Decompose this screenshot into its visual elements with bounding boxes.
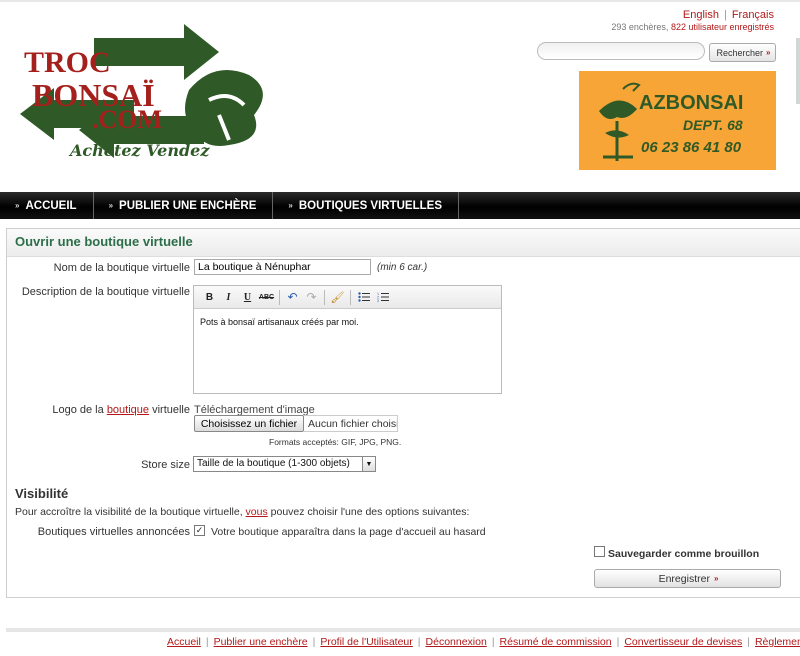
footer-link-devises[interactable]: Convertisseur de devises [624, 636, 742, 648]
footer-separator: | [616, 636, 620, 648]
right-edge-decoration [796, 38, 800, 104]
footer-separator: | [205, 636, 209, 648]
ad-banner[interactable]: AZBONSAI DEPT. 68 06 23 86 41 80 [579, 71, 776, 170]
shop-name-input[interactable] [194, 259, 371, 275]
featured-shops-label: Boutiques virtuelles annoncées [37, 526, 190, 538]
search-input[interactable] [537, 42, 705, 60]
search-button[interactable]: Rechercher» [709, 43, 776, 62]
ad-phone: 06 23 86 41 80 [641, 139, 742, 156]
nav-item-publier[interactable]: » PUBLIER UNE ENCHÈRE [94, 192, 274, 219]
dropdown-arrow-icon: ▼ [362, 457, 375, 471]
visibility-desc-pre: Pour accroître la visibilité de la bouti… [15, 506, 243, 518]
underline-icon[interactable]: U [238, 289, 257, 306]
bold-icon[interactable]: B [200, 289, 219, 306]
nav-item-accueil[interactable]: » ACCUEIL [0, 192, 94, 219]
shop-name-label: Nom de la boutique virtuelle [53, 262, 190, 274]
form-title: Ouvrir une boutique virtuelle [7, 229, 800, 257]
store-size-select[interactable]: Taille de la boutique (1-300 objets) ▼ [193, 456, 376, 472]
language-switcher: English | Français [683, 9, 774, 21]
top-border [0, 0, 800, 2]
footer-link-profil[interactable]: Profil de l'Utilisateur [320, 636, 412, 648]
redo-icon[interactable]: ↷ [302, 289, 321, 306]
toolbar-separator [279, 289, 280, 305]
toolbar-separator [324, 289, 325, 305]
chevron-right-icon: » [15, 201, 20, 210]
logo-label: Logo de la boutique virtuelle [0, 404, 190, 416]
no-file-text: Aucun fichier choisi [304, 415, 398, 432]
save-draft-checkbox[interactable] [594, 546, 605, 557]
description-label: Description de la boutique virtuelle [21, 286, 190, 298]
description-editor: B I U ABC ↶ ↷ 🖌 123 Pots à bonsaï artisa… [193, 285, 502, 394]
search-button-label: Rechercher [716, 47, 764, 58]
italic-icon[interactable]: I [219, 289, 238, 306]
save-button-label: Enregistrer [658, 572, 710, 585]
nav-item-boutiques[interactable]: » BOUTIQUES VIRTUELLES [273, 192, 459, 219]
ad-dept: DEPT. 68 [683, 117, 743, 133]
lang-english[interactable]: English [683, 9, 719, 21]
logo-line-3: .COM [92, 105, 162, 134]
logo-graphic: TROC BONSAÏ .COM Achetez Vendez [20, 24, 263, 160]
description-text-area[interactable]: Pots à bonsaï artisanaux créés par moi. [194, 309, 501, 335]
chevron-right-icon: » [108, 201, 114, 210]
strikethrough-icon[interactable]: ABC [257, 289, 276, 306]
footer-separator: | [491, 636, 495, 648]
double-chevron-icon: » [713, 574, 719, 583]
logo-line-1: TROC [24, 46, 111, 79]
shop-name-hint: (min 6 car.) [377, 262, 428, 273]
choose-file-button[interactable]: Choisissez un fichier [194, 415, 304, 432]
ad-name: AZBONSAI [639, 92, 743, 114]
featured-shops-text: Votre boutique apparaîtra dans la page d… [211, 526, 486, 538]
site-logo[interactable]: TROC BONSAÏ .COM Achetez Vendez [14, 20, 284, 170]
site-stats: 293 enchères, 822 utilisateur enregistré… [611, 22, 774, 32]
main-nav: » ACCUEIL » PUBLIER UNE ENCHÈRE » BOUTIQUES… [0, 192, 800, 219]
nav-label: ACCUEIL [25, 199, 77, 212]
logo-label-post: virtuelle [152, 404, 190, 416]
numbered-list-icon[interactable]: 123 [373, 289, 392, 306]
bullet-list-icon[interactable] [354, 289, 373, 306]
stats-auctions: 293 enchères, [611, 22, 669, 32]
footer-link-deconnexion[interactable]: Déconnexion [426, 636, 487, 648]
footer-link-reglement[interactable]: Règlement [755, 636, 800, 648]
footer-separator: | [312, 636, 316, 648]
footer-separator: | [747, 636, 750, 648]
save-button[interactable]: Enregistrer» [594, 569, 781, 588]
footer-link-commission[interactable]: Résumé de commission [500, 636, 612, 648]
svg-text:3: 3 [377, 299, 379, 302]
visibility-description: Pour accroître la visibilité de la bouti… [15, 506, 469, 518]
nav-label: BOUTIQUES VIRTUELLES [298, 199, 442, 212]
logo-label-pre: Logo de la [52, 404, 104, 416]
footer-link-publier[interactable]: Publier une enchère [214, 636, 308, 648]
footer-link-accueil[interactable]: Accueil [167, 636, 201, 648]
nav-label: PUBLIER UNE ENCHÈRE [119, 199, 257, 212]
chevron-right-icon: » [288, 201, 293, 210]
clear-format-brush-icon[interactable]: 🖌 [328, 289, 347, 306]
ad-graphic: AZBONSAI DEPT. 68 06 23 86 41 80 [599, 82, 743, 161]
lang-french[interactable]: Français [732, 9, 774, 21]
visibility-desc-post: pouvez choisir l'une des options suivant… [270, 506, 470, 518]
store-size-label: Store size [141, 459, 190, 471]
formats-hint: Formats acceptés: GIF, JPG, PNG. [269, 437, 402, 447]
visibility-title: Visibilité [15, 486, 69, 501]
logo-label-link[interactable]: boutique [107, 404, 149, 416]
footer-divider [6, 628, 800, 632]
undo-icon[interactable]: ↶ [283, 289, 302, 306]
save-draft-label: Sauvegarder comme brouillon [608, 548, 760, 560]
lang-separator: | [723, 9, 727, 21]
footer-separator: | [417, 636, 421, 648]
featured-shops-checkbox[interactable]: ✓ [194, 525, 205, 536]
editor-toolbar: B I U ABC ↶ ↷ 🖌 123 [194, 286, 501, 309]
toolbar-separator [350, 289, 351, 305]
logo-tagline: Achetez Vendez [68, 141, 210, 160]
visibility-desc-link[interactable]: vous [246, 506, 268, 518]
store-size-value: Taille de la boutique (1-300 objets) [197, 458, 350, 469]
stats-users: 822 utilisateur enregistrés [670, 22, 774, 32]
double-chevron-icon: » [766, 48, 771, 57]
footer-links: Accueil | Publier une enchère | Profil de l'… [167, 636, 800, 648]
